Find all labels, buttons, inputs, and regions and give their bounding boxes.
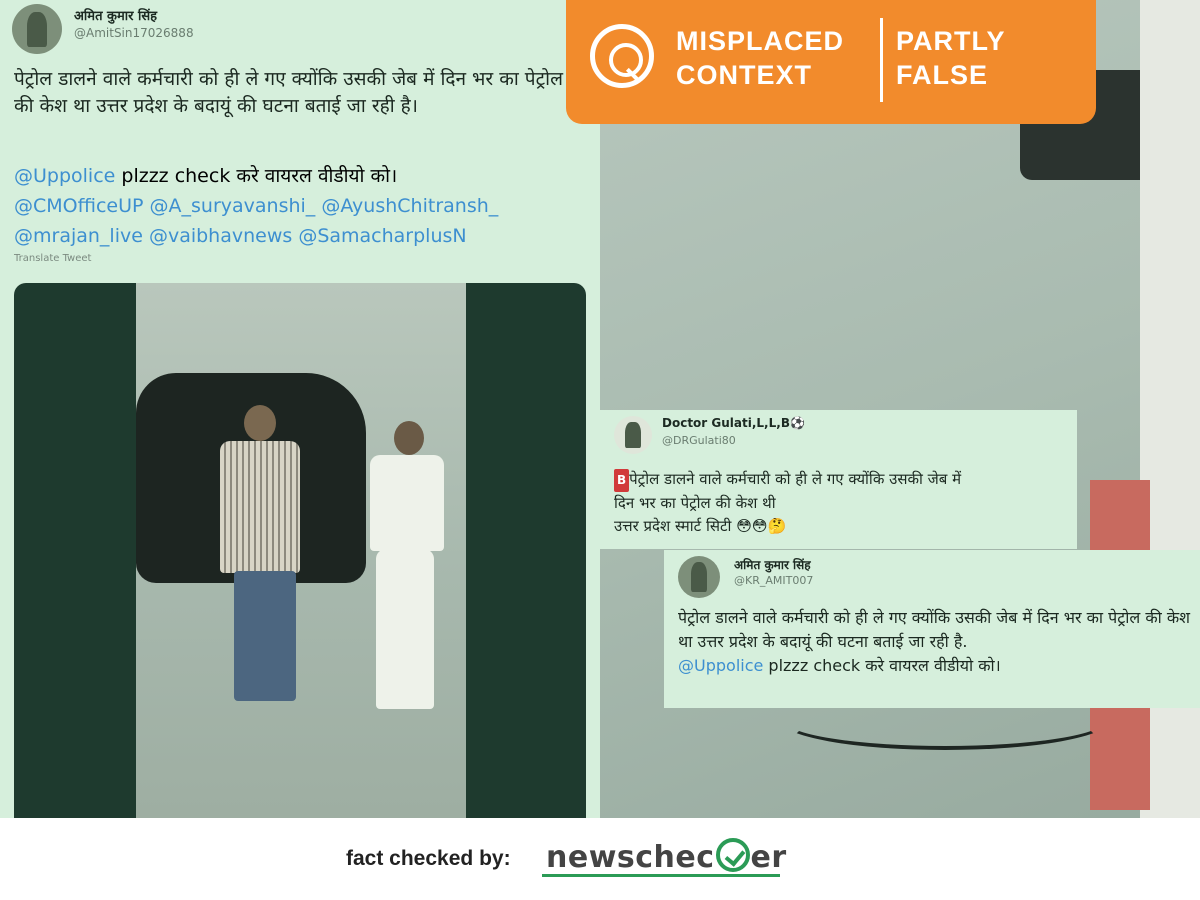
fact-checked-label: fact checked by: xyxy=(346,847,511,870)
tweet-text-line: पेट्रोल डालने वाले कर्मचारी को ही ले गए … xyxy=(629,470,962,488)
tweet-mention-line: @Uppolice plzzz check करे वायरल वीडीयो क… xyxy=(678,654,1194,678)
tweet-card: अमित कुमार सिंह @KR_AMIT007 पेट्रोल डालन… xyxy=(664,550,1200,708)
mention-links[interactable]: @mrajan_live @vaibhavnews @SamacharplusN xyxy=(14,221,584,251)
tweet-author-handle[interactable]: @DRGulati80 xyxy=(662,434,736,447)
tweet-author-name[interactable]: Doctor Gulati,L,L,B⚽ xyxy=(662,416,805,430)
avatar[interactable] xyxy=(614,416,652,454)
verdict-label: MISPLACED xyxy=(676,26,845,56)
logo-text: er xyxy=(750,840,787,875)
person-figure xyxy=(376,549,434,709)
tweet-author-handle[interactable]: @KR_AMIT007 xyxy=(734,574,813,587)
b-emoji-icon: B xyxy=(614,469,630,492)
person-figure xyxy=(220,441,300,573)
person-figure xyxy=(370,455,444,551)
video-frame xyxy=(136,283,466,818)
logo-underline xyxy=(542,874,780,877)
tweet-author-name[interactable]: अमित कुमार सिंह xyxy=(74,6,157,24)
tweet-text-line: plzzz check करे वायरल वीडीयो को। xyxy=(115,165,398,187)
tweet-text-line: दिन भर का पेट्रोल की केश थी xyxy=(614,494,776,512)
mention-link[interactable]: @Uppolice xyxy=(14,165,115,187)
divider xyxy=(880,18,883,102)
tweet-text-line: plzzz check करे वायरल वीडीयो को। xyxy=(763,656,1001,675)
tweet-text-line: B पेट्रोल डालने वाले कर्मचारी को ही ले गए… xyxy=(614,468,1074,492)
mention-links[interactable]: @CMOfficeUP @A_suryavanshi_ @AyushChitra… xyxy=(14,191,584,221)
tweet-text-paragraph: पेट्रोल डालने वाले कर्मचारी को ही ले गए … xyxy=(678,608,1191,651)
left-tweet-panel: अमित कुमार सिंह @AmitSin17026888 पेट्रोल… xyxy=(0,0,600,818)
magnifier-icon xyxy=(590,24,654,88)
avatar[interactable] xyxy=(678,556,720,598)
check-icon xyxy=(715,838,750,872)
footer: fact checked by: newschec er xyxy=(0,818,1200,900)
tweet-text: पेट्रोल डालने वाले कर्मचारी को ही ले गए … xyxy=(14,68,563,117)
mention-link[interactable]: @Uppolice xyxy=(678,656,763,675)
newschecker-logo[interactable]: newschec er xyxy=(546,838,787,875)
tweet-mentions: @Uppolice plzzz check करे वायरल वीडीयो क… xyxy=(14,161,584,251)
tweet-mention-line: @Uppolice plzzz check करे वायरल वीडीयो क… xyxy=(14,161,584,191)
person-figure xyxy=(394,421,424,455)
tweet-card: Doctor Gulati,L,L,B⚽ @DRGulati80 B पेट्रो… xyxy=(600,410,1077,549)
verdict-badge: MISPLACED CONTEXT PARTLY FALSE xyxy=(566,0,1096,124)
translate-tweet-link[interactable]: Translate Tweet xyxy=(14,253,91,264)
verdict-label: PARTLY xyxy=(896,26,1006,56)
tweet-text: B पेट्रोल डालने वाले कर्मचारी को ही ले गए… xyxy=(614,468,1074,538)
tweet-text: पेट्रोल डालने वाले कर्मचारी को ही ले गए … xyxy=(678,606,1194,678)
tweet-author-handle[interactable]: @AmitSin17026888 xyxy=(74,26,194,40)
tweet-video[interactable] xyxy=(14,283,586,818)
verdict-label: CONTEXT xyxy=(676,60,813,90)
logo-text: newschec xyxy=(546,840,715,875)
tweet-text-line: उत्तर प्रदेश स्मार्ट सिटी 😳😳🤔 xyxy=(614,517,787,535)
verdict-label: FALSE xyxy=(896,60,989,90)
person-figure xyxy=(234,571,296,701)
person-figure xyxy=(244,405,276,441)
tweet-author-name[interactable]: अमित कुमार सिंह xyxy=(734,556,811,573)
avatar[interactable] xyxy=(12,4,62,54)
